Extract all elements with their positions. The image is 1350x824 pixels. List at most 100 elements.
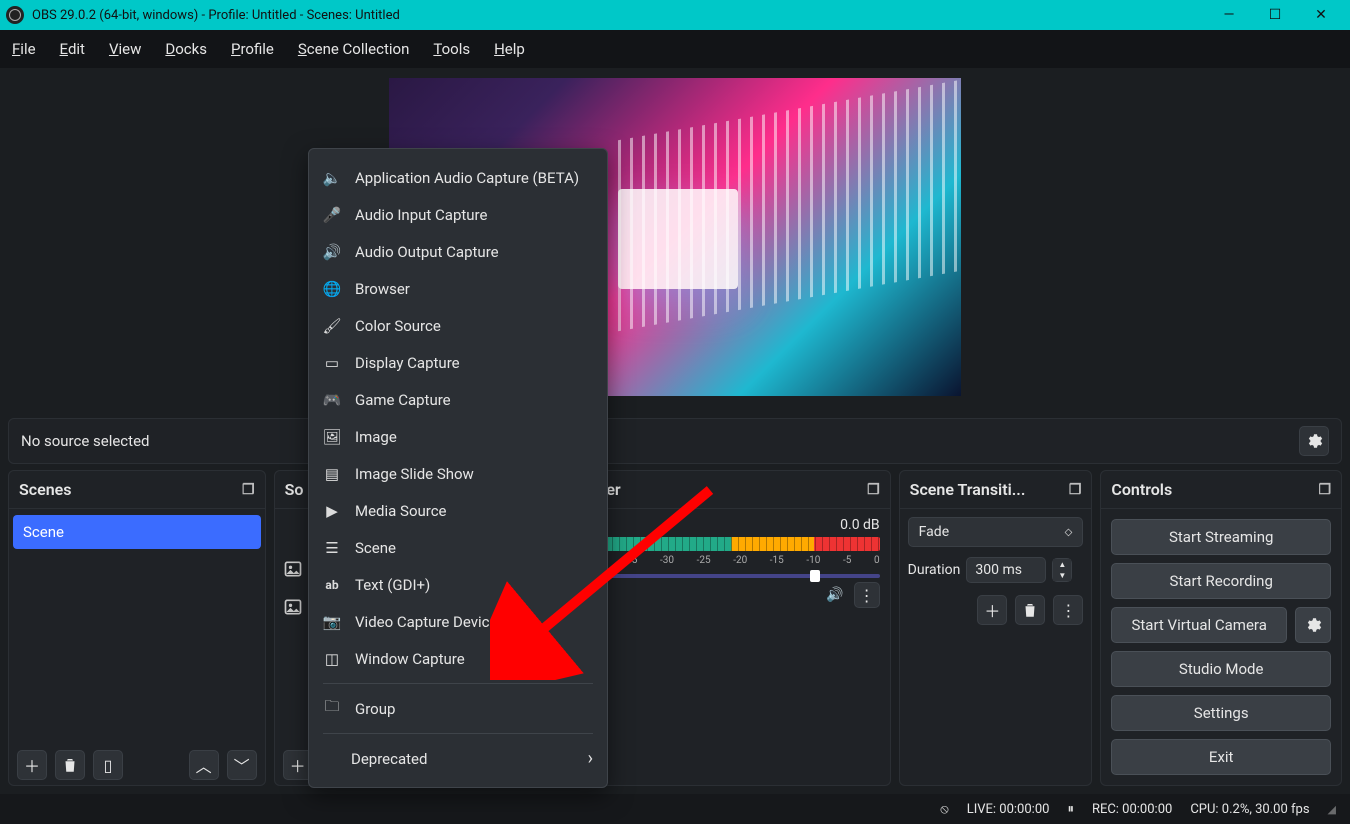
ctx-audio-output-capture[interactable]: 🔊Audio Output Capture xyxy=(309,233,607,270)
ctx-media-source[interactable]: ▶Media Source xyxy=(309,492,607,529)
scene-up-button[interactable]: ︿ xyxy=(189,750,219,780)
trash-icon xyxy=(61,756,79,774)
menu-tools[interactable]: Tools xyxy=(433,40,470,58)
scenes-panel: Scenes ❐ Scene ＋ ▯ ︿ ﹀ xyxy=(8,470,266,786)
detach-icon[interactable]: ❐ xyxy=(867,482,880,498)
gear-icon xyxy=(1305,432,1323,450)
start-recording-button[interactable]: Start Recording xyxy=(1111,563,1331,599)
scene-transitions-panel: Scene Transiti... ❐ Fade ◇ Duration 300 … xyxy=(899,470,1093,786)
controls-title: Controls xyxy=(1111,480,1172,499)
scene-item[interactable]: Scene xyxy=(13,515,261,549)
minimize-button[interactable]: — xyxy=(1206,0,1252,30)
duration-label: Duration xyxy=(908,562,961,578)
gear-icon xyxy=(1304,616,1322,634)
monitor-icon: ▭ xyxy=(323,354,341,372)
ctx-group[interactable]: 🗀Group xyxy=(309,690,607,727)
ctx-deprecated[interactable]: Deprecated xyxy=(309,740,607,777)
titlebar: OBS 29.0.2 (64-bit, windows) - Profile: … xyxy=(0,0,1350,30)
list-icon: ☰ xyxy=(323,539,341,557)
resize-grip-icon[interactable]: ◢ xyxy=(1328,803,1336,816)
close-button[interactable]: ✕ xyxy=(1298,0,1344,30)
sources-title: So xyxy=(285,480,304,499)
image-icon: 🖼 xyxy=(323,428,341,446)
remove-scene-button[interactable] xyxy=(55,750,85,780)
selection-text: No source selected xyxy=(21,432,149,450)
menu-edit[interactable]: Edit xyxy=(60,40,85,58)
transition-properties-button[interactable]: ⋮ xyxy=(1053,595,1083,625)
image-icon xyxy=(283,559,303,579)
pause-icon: ⏸ xyxy=(1067,802,1074,817)
audio-db-value: 0.0 dB xyxy=(840,517,880,533)
virtual-camera-settings-button[interactable] xyxy=(1295,607,1331,643)
maximize-button[interactable]: ☐ xyxy=(1252,0,1298,30)
play-icon: ▶ xyxy=(323,502,341,520)
menu-file[interactable]: File xyxy=(12,40,36,58)
transitions-title: Scene Transiti... xyxy=(910,480,1026,499)
source-properties-button[interactable] xyxy=(1299,426,1329,456)
folder-icon: 🗀 xyxy=(323,696,341,721)
ctx-audio-input-capture[interactable]: 🎤Audio Input Capture xyxy=(309,196,607,233)
ctx-scene[interactable]: ☰Scene xyxy=(309,529,607,566)
settings-button[interactable]: Settings xyxy=(1111,695,1331,731)
scene-filters-button[interactable]: ▯ xyxy=(93,750,123,780)
ctx-video-capture-device[interactable]: 📷Video Capture Device xyxy=(309,603,607,640)
add-scene-button[interactable]: ＋ xyxy=(17,750,47,780)
exit-button[interactable]: Exit xyxy=(1111,739,1331,775)
detach-icon[interactable]: ❐ xyxy=(1318,482,1331,498)
brush-icon: 🖌 xyxy=(323,317,341,335)
trash-icon xyxy=(1021,601,1039,619)
ctx-display-capture[interactable]: ▭Display Capture xyxy=(309,344,607,381)
gamepad-icon: 🎮 xyxy=(323,391,341,409)
window-title: OBS 29.0.2 (64-bit, windows) - Profile: … xyxy=(32,8,1206,23)
statusbar: ⦸ LIVE: 00:00:00 ⏸ REC: 00:00:00 CPU: 0.… xyxy=(0,794,1350,824)
menu-view[interactable]: View xyxy=(109,40,141,58)
duration-spinner[interactable]: ▲▼ xyxy=(1052,558,1072,582)
obs-logo-icon xyxy=(6,6,24,24)
preview-area xyxy=(0,68,1350,412)
text-icon: ab xyxy=(323,578,341,592)
start-virtual-camera-button[interactable]: Start Virtual Camera xyxy=(1111,607,1287,643)
rec-status: REC: 00:00:00 xyxy=(1092,802,1172,817)
scene-down-button[interactable]: ﹀ xyxy=(227,750,257,780)
ctx-image-slide-show[interactable]: ▤Image Slide Show xyxy=(309,455,607,492)
menu-scene-collection[interactable]: Scene Collection xyxy=(298,40,409,58)
microphone-icon: 🎤 xyxy=(323,206,341,224)
menubar: File Edit View Docks Profile Scene Colle… xyxy=(0,30,1350,68)
remove-transition-button[interactable] xyxy=(1015,595,1045,625)
ctx-game-capture[interactable]: 🎮Game Capture xyxy=(309,381,607,418)
no-stream-icon: ⦸ xyxy=(940,802,948,817)
add-transition-button[interactable]: ＋ xyxy=(977,595,1007,625)
speaker-box-icon: 🔈 xyxy=(323,169,341,187)
select-chevron-icon: ◇ xyxy=(1065,527,1073,538)
speaker-icon[interactable]: 🔊 xyxy=(826,587,843,603)
scenes-title: Scenes xyxy=(19,480,72,499)
ctx-app-audio-capture[interactable]: 🔈Application Audio Capture (BETA) xyxy=(309,159,607,196)
transition-value: Fade xyxy=(919,524,949,540)
menu-help[interactable]: Help xyxy=(494,40,525,58)
live-status: LIVE: 00:00:00 xyxy=(967,802,1050,817)
audio-options-button[interactable]: ⋮ xyxy=(854,582,880,608)
start-streaming-button[interactable]: Start Streaming xyxy=(1111,519,1331,555)
cpu-status: CPU: 0.2%, 30.00 fps xyxy=(1190,802,1309,817)
globe-icon: 🌐 xyxy=(323,280,341,298)
menu-profile[interactable]: Profile xyxy=(231,40,274,58)
studio-mode-button[interactable]: Studio Mode xyxy=(1111,651,1331,687)
window-icon: ◫ xyxy=(323,650,341,668)
slideshow-icon: ▤ xyxy=(323,465,341,483)
camera-icon: 📷 xyxy=(323,613,341,631)
ctx-text[interactable]: abText (GDI+) xyxy=(309,566,607,603)
image-icon xyxy=(283,597,303,617)
detach-icon[interactable]: ❐ xyxy=(1069,482,1082,498)
ctx-browser[interactable]: 🌐Browser xyxy=(309,270,607,307)
menu-docks[interactable]: Docks xyxy=(165,40,207,58)
selection-bar: No source selected xyxy=(8,418,1342,464)
ctx-image[interactable]: 🖼Image xyxy=(309,418,607,455)
transition-select[interactable]: Fade ◇ xyxy=(908,517,1084,547)
controls-panel: Controls ❐ Start Streaming Start Recordi… xyxy=(1100,470,1342,786)
ctx-window-capture[interactable]: ◫Window Capture xyxy=(309,640,607,677)
detach-icon[interactable]: ❐ xyxy=(242,482,255,498)
duration-input[interactable]: 300 ms xyxy=(966,557,1046,583)
add-source-context-menu: 🔈Application Audio Capture (BETA) 🎤Audio… xyxy=(308,148,608,788)
speaker-icon: 🔊 xyxy=(323,243,341,261)
ctx-color-source[interactable]: 🖌Color Source xyxy=(309,307,607,344)
